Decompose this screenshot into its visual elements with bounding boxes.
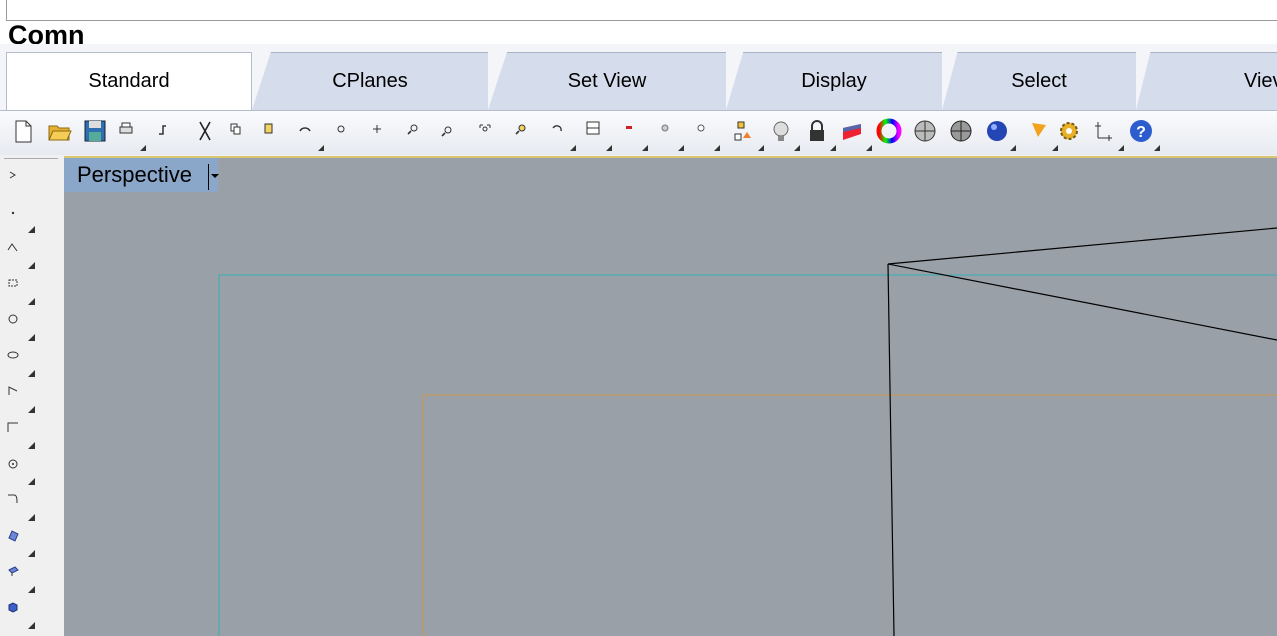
print-icon[interactable] bbox=[112, 115, 146, 151]
sidebar-divider bbox=[4, 158, 58, 159]
rectangle-flyout[interactable] bbox=[28, 262, 35, 269]
dimension-icon[interactable] bbox=[1090, 115, 1124, 151]
standard-toolbar: ? bbox=[0, 110, 1277, 155]
wireframe-icon[interactable] bbox=[910, 115, 940, 147]
viewport-scene[interactable] bbox=[64, 158, 1277, 636]
extrude-icon[interactable] bbox=[2, 560, 24, 582]
circle-flyout[interactable] bbox=[28, 298, 35, 305]
command-history bbox=[6, 0, 1277, 21]
wire-edge bbox=[887, 227, 1277, 265]
tab-set-view[interactable]: Set View bbox=[488, 52, 726, 110]
zoom-extents-icon[interactable] bbox=[470, 115, 500, 147]
zoom-selected-icon[interactable] bbox=[505, 115, 535, 147]
curve-icon[interactable] bbox=[2, 488, 24, 510]
circle-point-flyout[interactable] bbox=[28, 442, 35, 449]
box-icon[interactable] bbox=[2, 596, 24, 618]
material-icon[interactable] bbox=[838, 115, 872, 151]
properties-icon[interactable] bbox=[686, 115, 720, 151]
select-icon[interactable] bbox=[2, 164, 24, 186]
perspective-viewport[interactable]: Perspective bbox=[64, 158, 1277, 636]
paste-icon[interactable] bbox=[253, 115, 283, 147]
zoom-window-icon[interactable] bbox=[432, 115, 462, 147]
tab-label: CPlanes bbox=[332, 70, 408, 92]
open-icon[interactable] bbox=[45, 115, 75, 147]
tab-select[interactable]: Select bbox=[942, 52, 1136, 110]
ellipse-icon[interactable] bbox=[2, 344, 24, 366]
import-icon[interactable] bbox=[148, 115, 178, 147]
ellipse-flyout[interactable] bbox=[28, 334, 35, 341]
layer-icon[interactable] bbox=[614, 115, 648, 151]
options-icon[interactable] bbox=[1054, 115, 1084, 147]
light-icon[interactable] bbox=[766, 115, 800, 151]
fillet-icon[interactable] bbox=[2, 416, 24, 438]
zoom-icon[interactable] bbox=[398, 115, 428, 147]
left-sidebar-toolbar bbox=[0, 156, 64, 636]
layers-icon[interactable] bbox=[730, 115, 764, 151]
four-viewports-icon[interactable] bbox=[578, 115, 612, 151]
polyline-flyout[interactable] bbox=[28, 226, 35, 233]
render-icon[interactable] bbox=[1024, 115, 1058, 151]
command-area[interactable]: Comn bbox=[0, 0, 1277, 45]
cut-icon[interactable] bbox=[190, 115, 220, 147]
polyline-icon[interactable] bbox=[2, 236, 24, 258]
help-icon[interactable]: ? bbox=[1126, 115, 1160, 151]
extrude-flyout[interactable] bbox=[28, 550, 35, 557]
fillet-flyout[interactable] bbox=[28, 406, 35, 413]
shaded-icon[interactable] bbox=[946, 115, 976, 147]
tab-label: Viev bbox=[1244, 70, 1277, 92]
tab-label: Display bbox=[801, 70, 867, 92]
text-caret bbox=[208, 164, 209, 190]
pan-icon[interactable] bbox=[326, 115, 356, 147]
rendered-icon[interactable] bbox=[982, 115, 1016, 151]
curve-flyout[interactable] bbox=[28, 478, 35, 485]
rotate-view-icon[interactable] bbox=[362, 115, 392, 147]
rectangle-icon[interactable] bbox=[2, 272, 24, 294]
wire-edge bbox=[887, 263, 895, 636]
tab-label: Set View bbox=[567, 70, 647, 92]
lock-icon[interactable] bbox=[802, 115, 836, 151]
construction-plane-grid bbox=[218, 274, 1277, 636]
color-icon[interactable] bbox=[874, 115, 904, 147]
undo-icon[interactable] bbox=[290, 115, 324, 151]
viewport-label: Perspective bbox=[77, 162, 192, 187]
viewport-title[interactable]: Perspective bbox=[64, 158, 219, 192]
hide-icon[interactable] bbox=[650, 115, 684, 151]
toolbar-tabs: Standard CPlanes Set View Display Select… bbox=[0, 44, 1277, 110]
circle-icon[interactable] bbox=[2, 308, 24, 330]
svg-text:?: ? bbox=[1136, 124, 1146, 141]
undo-view-icon[interactable] bbox=[542, 115, 576, 151]
command-prompt: Comn bbox=[8, 20, 85, 45]
surface-flyout[interactable] bbox=[28, 514, 35, 521]
tab-display[interactable]: Display bbox=[726, 52, 942, 110]
tab-standard[interactable]: Standard bbox=[6, 52, 252, 110]
new-icon[interactable] bbox=[8, 115, 38, 147]
copy-icon[interactable] bbox=[220, 115, 250, 147]
circle-point-icon[interactable] bbox=[2, 452, 24, 474]
tab-viewport-layout[interactable]: Viev bbox=[1136, 52, 1277, 110]
tab-label: Standard bbox=[88, 70, 170, 92]
tab-cplanes[interactable]: CPlanes bbox=[252, 52, 488, 110]
point-icon[interactable] bbox=[2, 200, 24, 222]
chevron-down-icon[interactable] bbox=[211, 174, 219, 178]
tab-label: Select bbox=[1011, 70, 1067, 92]
surface-icon[interactable] bbox=[2, 524, 24, 546]
object-bounding-rectangle bbox=[422, 394, 1277, 636]
save-icon[interactable] bbox=[80, 115, 110, 147]
arc-flyout[interactable] bbox=[28, 370, 35, 377]
arc-icon[interactable] bbox=[2, 380, 24, 402]
box-flyout[interactable] bbox=[28, 586, 35, 593]
more-flyout[interactable] bbox=[28, 622, 35, 629]
